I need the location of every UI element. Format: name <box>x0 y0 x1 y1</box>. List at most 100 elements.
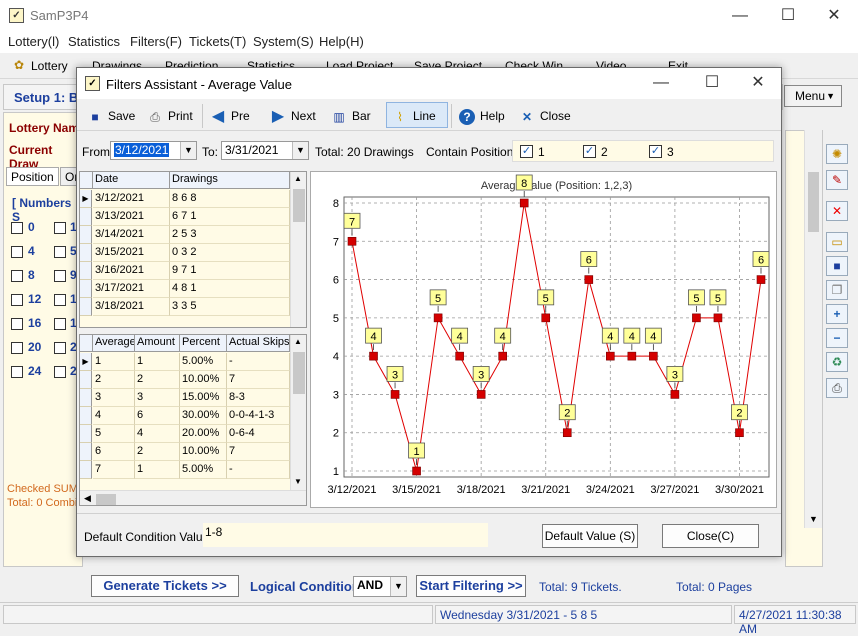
print-icon[interactable]: ⎙ <box>826 378 848 398</box>
chevron-down-icon[interactable]: ▼ <box>180 142 196 159</box>
default-value-button[interactable]: Default Value (S) <box>542 524 638 548</box>
number-checkbox[interactable] <box>54 342 66 354</box>
chevron-down-icon[interactable]: ▼ <box>294 477 302 486</box>
number-checkbox[interactable] <box>54 246 66 258</box>
chevron-down-icon[interactable]: ▼ <box>809 514 818 524</box>
position-1-checkbox[interactable]: ✓ <box>520 145 533 158</box>
toolbar-separator <box>451 104 452 128</box>
position-2-checkbox[interactable]: ✓ <box>583 145 596 158</box>
row-indicator[interactable]: ▶ <box>80 190 92 208</box>
scrollbar-thumb[interactable] <box>96 494 116 505</box>
column-header-drawings[interactable]: Drawings <box>170 172 290 189</box>
row-indicator[interactable] <box>80 443 92 461</box>
position-3-checkbox[interactable]: ✓ <box>649 145 662 158</box>
row-indicator[interactable] <box>80 425 92 443</box>
close-icon[interactable]: ✕ <box>740 71 776 95</box>
number-checkbox[interactable] <box>11 294 23 306</box>
help-button[interactable]: ? Help <box>459 106 505 126</box>
number-checkbox[interactable] <box>11 318 23 330</box>
pre-button[interactable]: ◀ Pre <box>210 106 250 126</box>
y-tick-label: 8 <box>333 198 339 210</box>
column-header-amount[interactable]: Amount <box>135 335 180 352</box>
row-indicator[interactable] <box>80 298 92 316</box>
logical-condition-select[interactable]: AND ▼ <box>353 576 407 597</box>
delete-icon[interactable]: ✕ <box>826 201 848 221</box>
number-label: 12 <box>28 292 42 306</box>
close-dialog-button[interactable]: Close(C) <box>662 524 759 548</box>
save-icon[interactable]: ■ <box>826 256 848 276</box>
save-label: Save <box>108 109 136 123</box>
row-indicator[interactable]: ▶ <box>80 353 92 371</box>
menu-statistics[interactable]: Statistics <box>68 34 120 49</box>
menu-filters[interactable]: Filters(F) <box>130 34 182 49</box>
logical-condition-label: Logical Condition: <box>250 579 365 594</box>
number-checkbox[interactable] <box>54 222 66 234</box>
bulb-icon[interactable]: ✺ <box>826 144 848 164</box>
tab-position[interactable]: Position <box>6 167 59 186</box>
line-button-content[interactable]: ⌇ Line <box>392 106 436 126</box>
column-header-date[interactable]: Date <box>93 172 170 189</box>
number-checkbox[interactable] <box>11 270 23 282</box>
number-checkbox[interactable] <box>11 342 23 354</box>
chevron-left-icon[interactable]: ◀ <box>84 493 91 504</box>
number-checkbox[interactable] <box>54 366 66 378</box>
number-checkbox[interactable] <box>11 366 23 378</box>
number-checkbox[interactable] <box>54 318 66 330</box>
column-header-actual-skips[interactable]: Actual Skips <box>227 335 290 352</box>
scrollbar-thumb[interactable] <box>293 189 305 222</box>
minimize-icon[interactable]: — <box>722 4 758 28</box>
from-date-select[interactable]: 3/12/2021 ▼ <box>110 141 197 160</box>
maximize-icon[interactable]: ☐ <box>694 71 730 95</box>
save-button[interactable]: ■ Save <box>87 106 135 126</box>
row-indicator[interactable] <box>80 389 92 407</box>
column-header-percent[interactable]: Percent <box>180 335 227 352</box>
generate-tickets-button[interactable]: Generate Tickets >> <box>91 575 239 597</box>
row-indicator[interactable] <box>80 461 92 479</box>
right-scrollbar[interactable]: ▼ <box>804 130 822 528</box>
row-indicator[interactable] <box>80 208 92 226</box>
eraser-icon[interactable]: ✎ <box>826 170 848 190</box>
scrollbar-thumb[interactable] <box>293 352 305 394</box>
start-filtering-button[interactable]: Start Filtering >> <box>416 575 526 597</box>
maximize-icon[interactable]: ☐ <box>770 4 806 28</box>
bar-button[interactable]: ▥ Bar <box>331 106 370 126</box>
row-indicator[interactable] <box>80 262 92 280</box>
add-icon[interactable]: + <box>826 304 848 324</box>
recycle-icon[interactable]: ♻ <box>826 352 848 372</box>
print-button[interactable]: ⎙ Print <box>147 106 193 126</box>
row-indicator[interactable] <box>80 407 92 425</box>
drawings-scrollbar[interactable]: ▲ <box>290 172 306 327</box>
number-checkbox[interactable] <box>54 294 66 306</box>
menu-tickets[interactable]: Tickets(T) <box>189 34 246 49</box>
chevron-up-icon[interactable]: ▲ <box>294 174 302 183</box>
scrollbar-thumb[interactable] <box>808 172 819 232</box>
stats-hscrollbar[interactable]: ◀ <box>80 490 306 505</box>
number-checkbox[interactable] <box>11 222 23 234</box>
row-indicator[interactable] <box>80 244 92 262</box>
chevron-down-icon[interactable]: ▼ <box>292 142 308 159</box>
number-label: 8 <box>28 268 35 282</box>
number-checkbox[interactable] <box>54 270 66 282</box>
default-condition-input[interactable]: 1-8 <box>203 523 488 547</box>
row-indicator[interactable] <box>80 226 92 244</box>
chevron-down-icon[interactable]: ▼ <box>390 577 406 596</box>
row-indicator[interactable] <box>80 371 92 389</box>
chevron-up-icon[interactable]: ▲ <box>294 337 302 346</box>
remove-icon[interactable]: − <box>826 328 848 348</box>
row-indicator[interactable] <box>80 280 92 298</box>
open-folder-icon[interactable]: ▭ <box>826 232 848 252</box>
stats-scrollbar[interactable]: ▲ ▼ <box>290 335 306 490</box>
close-icon[interactable]: ✕ <box>816 4 852 28</box>
minimize-icon[interactable]: — <box>643 71 679 95</box>
to-date-select[interactable]: 3/31/2021 ▼ <box>221 141 309 160</box>
column-header-average[interactable]: Average <box>93 335 135 352</box>
next-button[interactable]: ▶ Next <box>270 106 316 126</box>
toolbar-lottery[interactable]: Lottery <box>31 59 68 73</box>
number-checkbox[interactable] <box>11 246 23 258</box>
menu-lottery[interactable]: Lottery(l) <box>8 34 59 49</box>
menu-button[interactable]: Menu ▼ <box>784 85 842 107</box>
menu-help[interactable]: Help(H) <box>319 34 364 49</box>
copy-icon[interactable]: ❐ <box>826 280 848 300</box>
menu-system[interactable]: System(S) <box>253 34 314 49</box>
close-button[interactable]: ✕ Close <box>519 106 571 126</box>
